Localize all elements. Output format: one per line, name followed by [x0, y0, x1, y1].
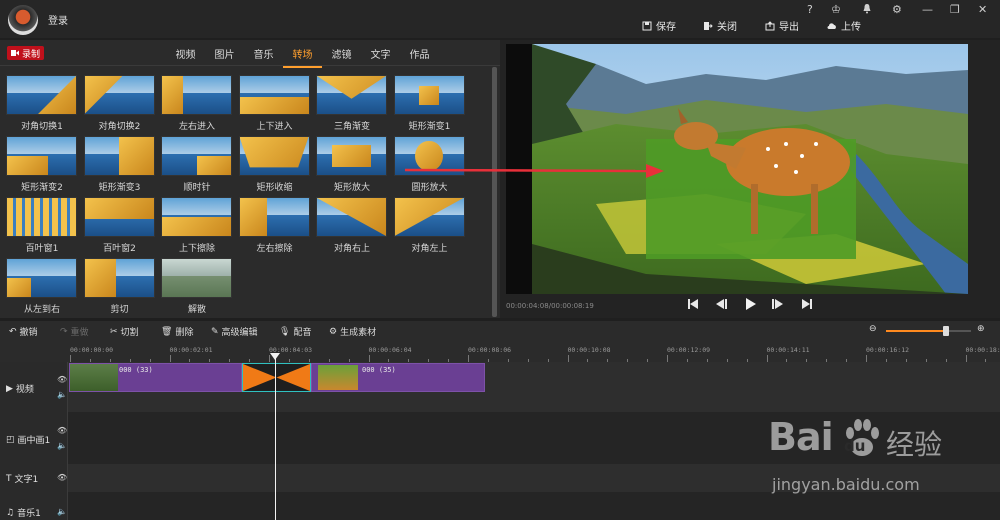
transition-marker [243, 364, 310, 391]
ruler-label: 00:00:12:09 [667, 346, 711, 354]
ruler-tick [965, 355, 967, 362]
trash-icon: 🗑 [161, 326, 173, 337]
video-track-label: ▶ 视频 [6, 382, 34, 396]
redo-icon: ↷ [60, 326, 68, 337]
delete-label: 删除 [175, 328, 194, 338]
music-note-icon: ♫ [6, 507, 15, 518]
watermark-brand: Bai [768, 415, 834, 459]
eye-icon[interactable]: 👁 [57, 375, 67, 384]
ruler-label: 00:00:10:08 [567, 346, 611, 354]
volume-icon[interactable]: 🔈 [57, 507, 67, 516]
video-track-header: ▶ 视频 👁 🔈 [0, 362, 68, 412]
ruler-tick [567, 355, 569, 362]
ruler-tick [766, 355, 768, 362]
pip-track-header: ◰ 画中画1 👁 🔈 [0, 412, 68, 464]
redo-label: 重做 [70, 328, 89, 338]
zoom-fill [886, 330, 946, 332]
volume-icon[interactable]: 🔈 [57, 390, 67, 399]
video-track-name: 视频 [15, 385, 34, 395]
ruler-label: 00:00:18: [965, 346, 1000, 354]
pip-track-label: ◰ 画中画1 [6, 433, 51, 447]
generate-button[interactable]: ⚙ 生成素材 [329, 325, 377, 339]
baidu-watermark: Bai du 经验 jingyan.baidu.com [768, 415, 968, 505]
ruler-label: 00:00:02:01 [169, 346, 213, 354]
cut-button[interactable]: ✂ 切割 [110, 325, 139, 339]
music-track-header: ♫ 音乐1 🔈 [0, 492, 68, 520]
ruler-tick [368, 355, 370, 362]
ruler-tick [468, 355, 469, 362]
ruler-label: 00:00:06:04 [368, 346, 412, 354]
redo-button[interactable]: ↷ 重做 [60, 325, 89, 339]
cut-label: 切割 [120, 328, 139, 338]
watermark-cn: 经验 [886, 428, 943, 461]
dub-label: 配音 [293, 328, 312, 338]
zoom-slider[interactable] [886, 326, 971, 336]
volume-icon[interactable]: 🔈 [57, 441, 67, 450]
text-track-label: T 文字1 [6, 472, 39, 486]
scissors-icon: ✂ [110, 326, 118, 337]
pip-icon: ◰ [6, 434, 15, 445]
ruler-label: 00:00:14:11 [766, 346, 810, 354]
advanced-edit-button[interactable]: ✎ 高级编辑 [211, 325, 258, 339]
zoom-in-icon[interactable]: ⊕ [977, 324, 985, 334]
undo-label: 撤销 [19, 328, 38, 338]
ruler-label: 00:00:08:06 [468, 346, 512, 354]
ruler-tick [169, 355, 171, 362]
clip-label: 000 (33) [119, 366, 153, 374]
video-clip-2[interactable]: 000 (35) [311, 363, 485, 392]
pencil-icon: ✎ [211, 326, 219, 337]
text-track-name: 文字1 [14, 475, 39, 485]
zoom-out-icon[interactable]: ⊖ [869, 324, 877, 334]
text-track-header: T 文字1 👁 [0, 464, 68, 492]
watermark-url: jingyan.baidu.com [772, 475, 920, 494]
eye-icon[interactable]: 👁 [57, 473, 67, 482]
undo-button[interactable]: ↶ 撤销 [9, 325, 38, 339]
text-icon: T [6, 473, 12, 484]
pip-track-name: 画中画1 [17, 436, 51, 446]
ruler-tick [70, 355, 71, 362]
video-clip-1[interactable]: 000 (33) [69, 363, 242, 392]
microphone-icon: 🎙 [279, 326, 291, 337]
dub-button[interactable]: 🎙 配音 [279, 325, 312, 339]
gear-icon: ⚙ [329, 326, 338, 337]
undo-icon: ↶ [9, 326, 17, 337]
ruler-label: 00:00:16:12 [866, 346, 910, 354]
generate-label: 生成素材 [340, 328, 377, 338]
zoom-handle[interactable] [942, 326, 949, 336]
clip-thumbnail [318, 365, 358, 390]
ruler-label: 00:00:00:00 [70, 346, 114, 354]
eye-icon[interactable]: 👁 [57, 426, 67, 435]
play-square-icon: ▶ [6, 383, 13, 394]
timeline-ruler[interactable]: 00:00:00:00 00:00:02:01 00:00:04:03 00:00:0… [0, 341, 1000, 362]
advanced-edit-label: 高级编辑 [221, 328, 258, 338]
ruler-tick [866, 355, 867, 362]
clip-label: 000 (35) [362, 366, 396, 374]
video-track: ▶ 视频 👁 🔈 000 (33) 000 (35) [0, 362, 1000, 412]
music-track-name: 音乐1 [17, 509, 41, 519]
transition-clip[interactable] [242, 363, 311, 392]
music-track-label: ♫ 音乐1 [6, 506, 41, 520]
edit-toolbar: ↶ 撤销 ↷ 重做 ✂ 切割 🗑 删除 ✎ 高级编辑 🎙 配音 ⚙ 生成素材 ⊖ ⊕ [0, 321, 1000, 341]
ruler-tick [667, 355, 668, 362]
clip-thumbnail [70, 364, 118, 391]
playhead[interactable] [275, 353, 276, 520]
delete-button[interactable]: 🗑 删除 [161, 325, 194, 339]
watermark-du: du [844, 437, 866, 455]
app-window: 登录 ? ♔ ⚙ — ❐ ✕ 保存 关闭 导出 上传 录制 视频 图片 音乐 转… [0, 0, 1000, 520]
